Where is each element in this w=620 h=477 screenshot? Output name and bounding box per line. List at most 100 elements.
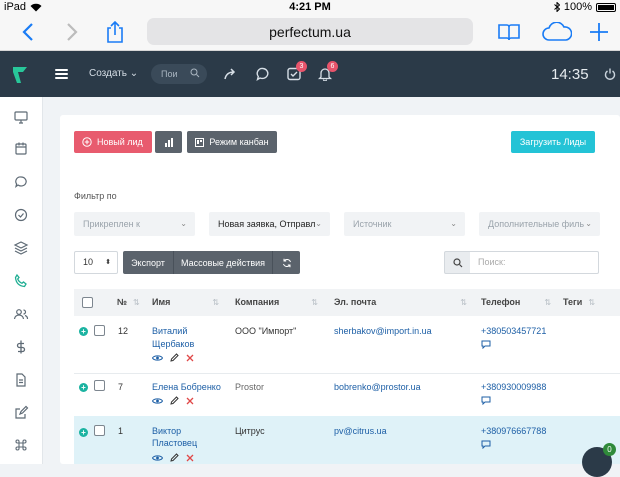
row-checkbox[interactable] — [94, 380, 105, 391]
pencil-icon[interactable] — [170, 453, 179, 462]
layers-icon[interactable] — [13, 240, 29, 256]
chat-icon[interactable] — [256, 67, 270, 81]
sort-icon: ⇅ — [588, 298, 596, 307]
row-name[interactable]: Елена Бобренко — [152, 382, 221, 392]
message-icon[interactable] — [481, 440, 491, 449]
power-icon[interactable] — [604, 68, 616, 80]
row-phone[interactable]: +380976667788 — [481, 426, 546, 436]
eye-icon[interactable] — [152, 354, 163, 362]
address-bar[interactable]: perfectum.ua — [147, 18, 473, 45]
eye-icon[interactable] — [152, 397, 163, 405]
pencil-icon[interactable] — [170, 396, 179, 405]
filter-extra-select[interactable]: Дополнительные филь ⌄ — [479, 212, 600, 236]
delete-icon[interactable] — [186, 354, 194, 362]
header-tags[interactable]: Теги ⇅ — [563, 297, 595, 307]
filter-attached-select[interactable]: Прикреплен к ⌄ — [74, 212, 195, 236]
sort-icon: ⇅ — [133, 298, 140, 307]
check-circle-icon[interactable] — [13, 207, 29, 223]
header-phone[interactable]: Телефон ⇅ — [481, 297, 551, 307]
message-icon[interactable] — [13, 174, 29, 190]
notifications-button[interactable]: 6 — [317, 61, 338, 82]
header-company[interactable]: Компания ⇅ — [235, 297, 318, 307]
refresh-button[interactable] — [273, 251, 300, 274]
message-icon[interactable] — [481, 340, 491, 349]
row-company: Prostor — [235, 382, 265, 392]
select-all-checkbox[interactable] — [82, 297, 93, 308]
expand-row-icon[interactable]: + — [79, 327, 88, 336]
edit-icon[interactable] — [13, 405, 29, 421]
document-icon[interactable] — [13, 372, 29, 388]
kanban-button[interactable]: Режим канбан — [187, 131, 277, 153]
tasks-button[interactable]: 3 — [287, 61, 307, 81]
sort-icon: ⇅ — [212, 298, 220, 307]
filter-source-select[interactable]: Источник ⌄ — [344, 212, 465, 236]
command-icon[interactable] — [13, 437, 29, 453]
row-name-line2[interactable]: Пластовец — [152, 438, 197, 448]
export-button[interactable]: Экспорт — [123, 251, 174, 274]
table-row[interactable]: + 12 Виталий Щербаков ООО "Импорт" sherb… — [74, 316, 620, 372]
bookmarks-button[interactable] — [495, 18, 523, 46]
row-phone[interactable]: +380930009988 — [481, 382, 546, 392]
row-actions — [152, 453, 194, 462]
stats-button[interactable] — [155, 131, 182, 153]
updown-icon: ⬍ — [105, 259, 111, 266]
eye-icon[interactable] — [152, 454, 163, 462]
monitor-icon[interactable] — [13, 109, 29, 125]
row-checkbox[interactable] — [94, 325, 105, 336]
upload-leads-button[interactable]: Загрузить Лиды — [511, 131, 595, 153]
row-name-line2[interactable]: Щербаков — [152, 339, 194, 349]
share-button[interactable] — [101, 18, 129, 46]
expand-row-icon[interactable]: + — [79, 428, 88, 437]
row-name[interactable]: Виктор — [152, 426, 181, 436]
header-clock: 14:35 — [551, 66, 589, 83]
row-id: 7 — [118, 382, 124, 392]
row-company: Цитрус — [235, 426, 265, 436]
menu-toggle[interactable] — [55, 69, 68, 79]
filter-label: Фильтр по — [74, 191, 117, 201]
pencil-icon[interactable] — [170, 353, 179, 362]
create-dropdown[interactable]: Создать ⌄ — [89, 68, 138, 79]
sort-icon: ⇅ — [544, 298, 552, 307]
back-button[interactable] — [14, 18, 42, 46]
header-name[interactable]: Имя ⇅ — [152, 297, 219, 307]
new-lead-button[interactable]: Новый лид — [74, 131, 152, 153]
row-id: 1 — [118, 426, 124, 436]
row-email[interactable]: pv@citrus.ua — [334, 426, 387, 436]
users-icon[interactable] — [13, 306, 29, 322]
chevron-down-icon: ⌄ — [585, 219, 592, 228]
forward-button[interactable] — [58, 18, 86, 46]
row-email[interactable]: sherbakov@import.in.ua — [334, 326, 432, 336]
calendar-icon[interactable] — [13, 141, 29, 157]
chat-badge: 0 — [603, 443, 616, 456]
dollar-icon[interactable] — [13, 339, 29, 355]
row-email[interactable]: bobrenko@prostor.ua — [334, 382, 421, 392]
sort-icon: ⇅ — [460, 298, 467, 307]
message-icon[interactable] — [481, 396, 491, 405]
delete-icon[interactable] — [186, 397, 194, 405]
row-checkbox[interactable] — [94, 425, 105, 436]
filter-source-value: Источник — [353, 219, 392, 229]
filter-status-select[interactable]: Новая заявка, Отправл ⌄ — [209, 212, 330, 236]
bulk-actions-label: Массовые действия — [180, 257, 266, 268]
header-number[interactable]: № ⇅ — [117, 297, 140, 307]
filter-extra-value: Дополнительные филь — [488, 219, 585, 229]
export-label: Экспорт — [131, 257, 165, 268]
delete-icon[interactable] — [186, 454, 194, 462]
phone-icon[interactable] — [13, 273, 29, 289]
icloud-tabs-button[interactable] — [540, 18, 574, 46]
table-row[interactable]: + 7 Елена Бобренко Prostor bobrenko@pros… — [74, 374, 620, 416]
table-search-input[interactable]: Поиск: — [470, 251, 599, 274]
expand-row-icon[interactable]: + — [79, 383, 88, 392]
row-name[interactable]: Виталий — [152, 326, 187, 336]
share-arrow-icon[interactable] — [224, 67, 238, 81]
table-row[interactable]: + 1 Виктор Пластовец Цитрус pv@citrus.ua… — [74, 416, 620, 464]
page-size-select[interactable]: 10 ⬍ — [74, 251, 118, 274]
table-search-button[interactable] — [444, 251, 471, 274]
header-email[interactable]: Эл. почта ⇅ — [334, 297, 467, 307]
bulk-actions-button[interactable]: Массовые действия — [174, 251, 273, 274]
new-tab-button[interactable] — [585, 18, 613, 46]
header-phone-label: Телефон — [481, 297, 521, 307]
header-email-label: Эл. почта — [334, 297, 377, 307]
header-search[interactable]: Пои — [151, 64, 207, 84]
row-phone[interactable]: +380503457721 — [481, 326, 546, 336]
